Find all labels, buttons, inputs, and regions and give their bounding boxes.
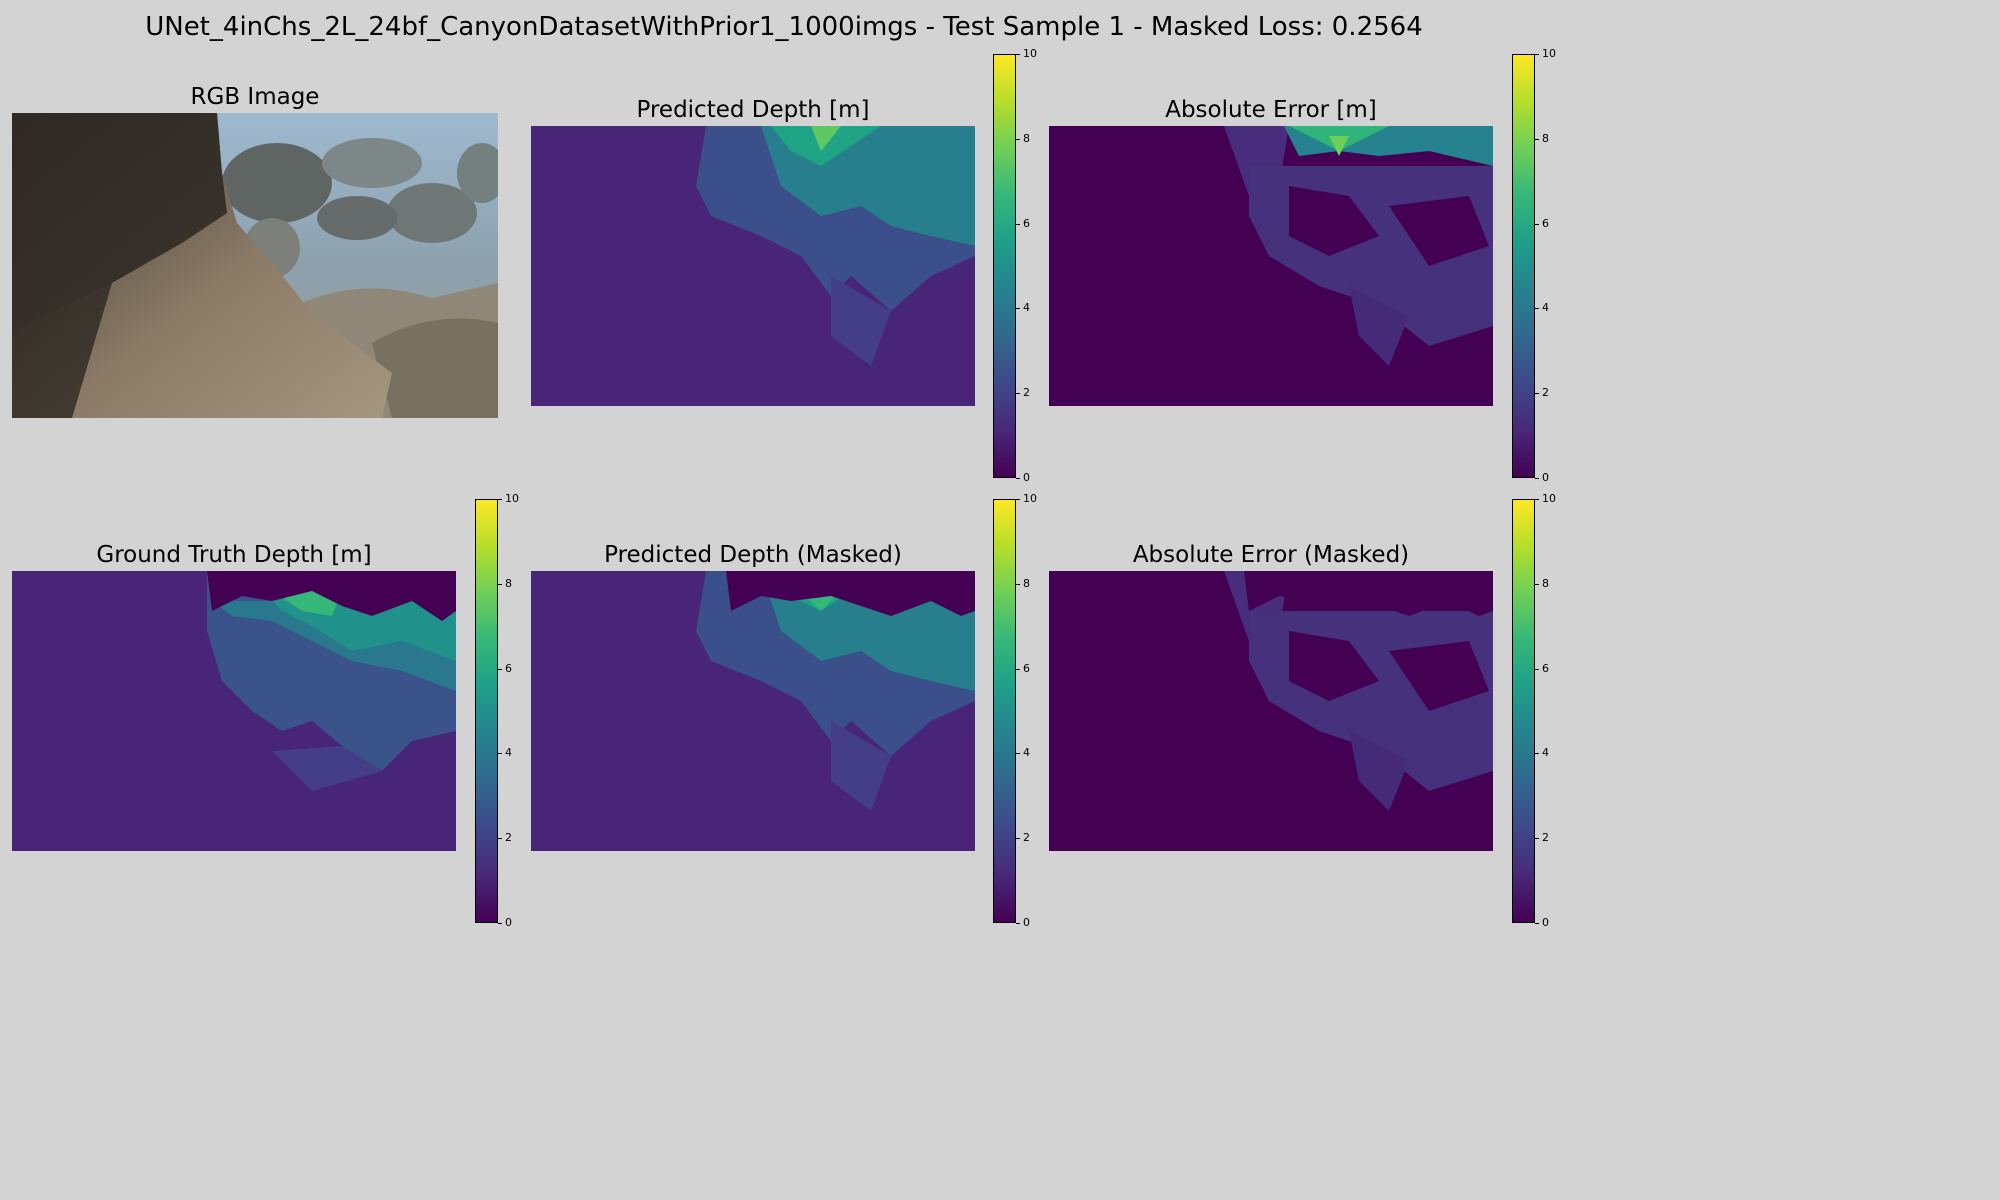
pred-colorbar-tick-mark <box>1016 54 1020 55</box>
pred-masked-colorbar-tick-mark <box>1016 499 1020 500</box>
pred-colorbar-tick-label: 4 <box>1023 301 1030 314</box>
gt-colorbar-tick-label: 2 <box>505 831 512 844</box>
pred-colorbar-tick-mark <box>1016 308 1020 309</box>
pred-masked-colorbar-tick-label: 10 <box>1023 492 1037 505</box>
err-colorbar-tick-label: 6 <box>1542 217 1549 230</box>
pred-colorbar-tick-label: 8 <box>1023 132 1030 145</box>
pred-masked-colorbar-tick-label: 6 <box>1023 662 1030 675</box>
err-masked-heatmap <box>1049 571 1493 851</box>
err-colorbar-tick-label: 4 <box>1542 301 1549 314</box>
pred-masked-colorbar-tick-mark <box>1016 669 1020 670</box>
gt-heatmap-svg <box>207 571 456 791</box>
gt-colorbar-tick-label: 8 <box>505 577 512 590</box>
pred-heatmap-svg <box>696 126 975 366</box>
pred-masked-title: Predicted Depth (Masked) <box>604 542 902 568</box>
pred-masked-colorbar-tick-mark <box>1016 838 1020 839</box>
gt-colorbar-tick-mark <box>498 923 502 924</box>
pred-masked-colorbar-tick-label: 4 <box>1023 746 1030 759</box>
pred-colorbar-tick-mark <box>1016 478 1020 479</box>
gt-colorbar-tick-label: 10 <box>505 492 519 505</box>
err-masked-colorbar-tick-label: 4 <box>1542 746 1549 759</box>
pred-masked-colorbar-tick-label: 0 <box>1023 916 1030 929</box>
pred-title: Predicted Depth [m] <box>636 97 870 123</box>
pred-colorbar-tick-label: 0 <box>1023 471 1030 484</box>
pred-heatmap <box>531 126 975 406</box>
rgb-image-svg <box>12 113 498 418</box>
err-masked-colorbar-tick-mark <box>1535 753 1539 754</box>
gt-colorbar-tick-mark <box>498 584 502 585</box>
pred-colorbar-tick-mark <box>1016 139 1020 140</box>
err-masked-colorbar-tick-mark <box>1535 669 1539 670</box>
pred-colorbar-tick-label: 2 <box>1023 386 1030 399</box>
err-masked-title: Absolute Error (Masked) <box>1132 542 1410 568</box>
err-colorbar <box>1512 54 1535 478</box>
rgb-title: RGB Image <box>190 84 320 110</box>
gt-colorbar-tick-label: 0 <box>505 916 512 929</box>
err-colorbar-tick-label: 2 <box>1542 386 1549 399</box>
err-colorbar-tick-mark <box>1535 54 1539 55</box>
gt-heatmap <box>12 571 456 851</box>
gt-colorbar-tick-mark <box>498 669 502 670</box>
err-title: Absolute Error [m] <box>1165 97 1377 123</box>
err-colorbar-tick-mark <box>1535 308 1539 309</box>
gt-colorbar-tick-label: 4 <box>505 746 512 759</box>
err-colorbar-tick-mark <box>1535 478 1539 479</box>
gt-colorbar-tick-mark <box>498 753 502 754</box>
pred-masked-heatmap-svg <box>696 571 975 811</box>
gt-colorbar-tick-mark <box>498 499 502 500</box>
err-colorbar-tick-mark <box>1535 139 1539 140</box>
pred-colorbar-tick-mark <box>1016 224 1020 225</box>
err-colorbar-tick-label: 10 <box>1542 47 1556 60</box>
pred-masked-colorbar-tick-mark <box>1016 753 1020 754</box>
err-masked-colorbar-tick-label: 6 <box>1542 662 1549 675</box>
err-masked-colorbar-tick-mark <box>1535 499 1539 500</box>
err-colorbar-tick-label: 0 <box>1542 471 1549 484</box>
gt-colorbar <box>475 499 498 923</box>
pred-colorbar-tick-label: 6 <box>1023 217 1030 230</box>
gt-title: Ground Truth Depth [m] <box>96 542 372 568</box>
err-masked-colorbar-tick-mark <box>1535 838 1539 839</box>
err-heatmap-svg <box>1224 126 1493 366</box>
err-heatmap <box>1049 126 1493 406</box>
gt-colorbar-tick-mark <box>498 838 502 839</box>
err-colorbar-tick-mark <box>1535 224 1539 225</box>
err-colorbar-tick-label: 8 <box>1542 132 1549 145</box>
pred-masked-colorbar-tick-mark <box>1016 584 1020 585</box>
pred-colorbar-tick-label: 10 <box>1023 47 1037 60</box>
err-masked-colorbar <box>1512 499 1535 923</box>
gt-colorbar-tick-label: 6 <box>505 662 512 675</box>
err-masked-colorbar-tick-mark <box>1535 923 1539 924</box>
figure-title: UNet_4inChs_2L_24bf_CanyonDatasetWithPri… <box>145 12 1423 42</box>
figure: UNet_4inChs_2L_24bf_CanyonDatasetWithPri… <box>0 0 1568 941</box>
err-masked-colorbar-tick-mark <box>1535 584 1539 585</box>
pred-masked-colorbar <box>993 499 1016 923</box>
err-colorbar-tick-mark <box>1535 393 1539 394</box>
pred-colorbar <box>993 54 1016 478</box>
rgb-image <box>12 113 498 418</box>
pred-masked-heatmap <box>531 571 975 851</box>
pred-colorbar-tick-mark <box>1016 393 1020 394</box>
err-masked-colorbar-tick-label: 8 <box>1542 577 1549 590</box>
pred-masked-colorbar-tick-mark <box>1016 923 1020 924</box>
err-masked-colorbar-tick-label: 2 <box>1542 831 1549 844</box>
err-masked-colorbar-tick-label: 10 <box>1542 492 1556 505</box>
err-masked-colorbar-tick-label: 0 <box>1542 916 1549 929</box>
pred-masked-colorbar-tick-label: 8 <box>1023 577 1030 590</box>
pred-masked-colorbar-tick-label: 2 <box>1023 831 1030 844</box>
err-masked-heatmap-svg <box>1224 571 1493 811</box>
